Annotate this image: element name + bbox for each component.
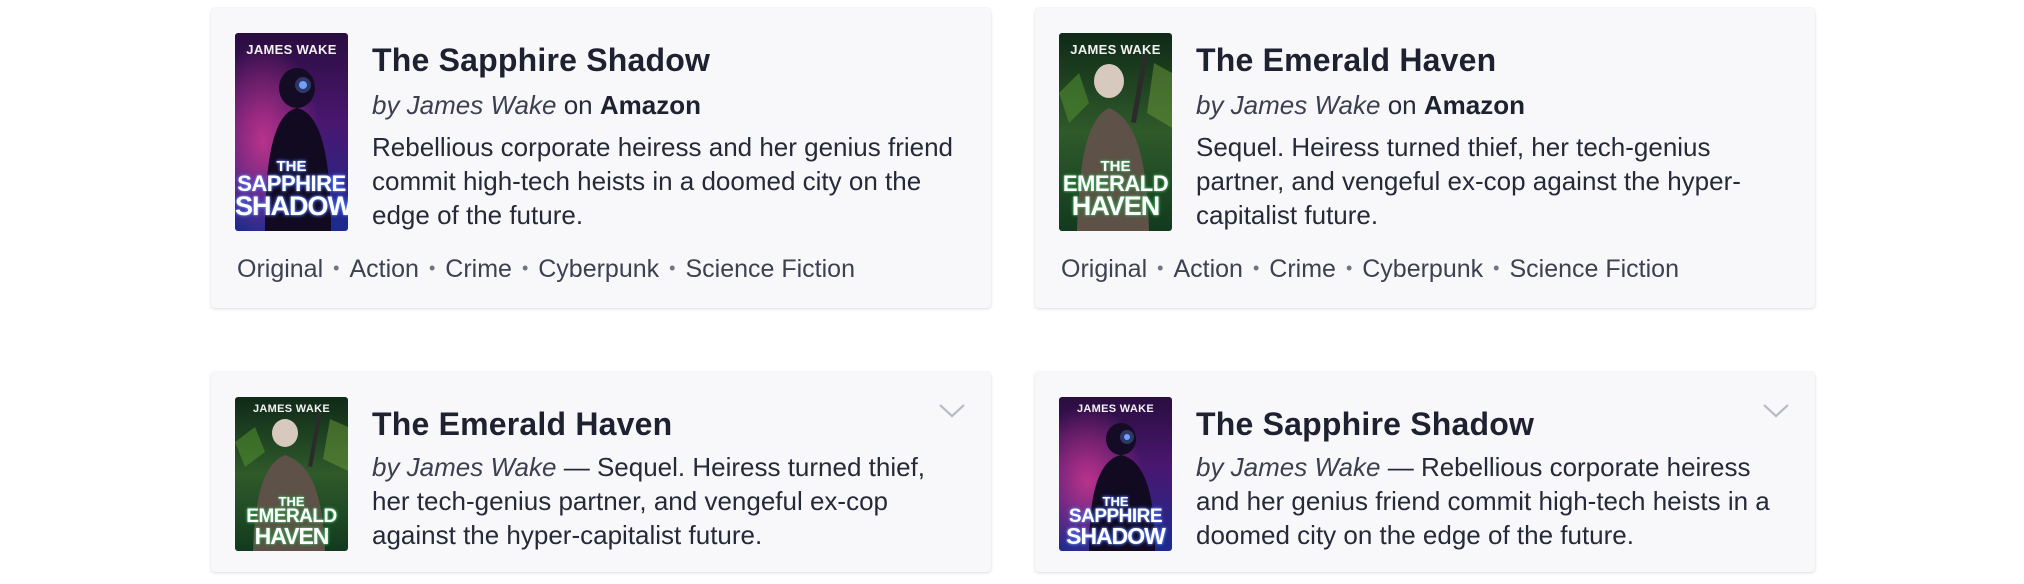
book-cover-image[interactable]: JAMES WAKE THE SAPPHIRE SHADOW [1059, 397, 1172, 551]
author-name[interactable]: by James Wake [1196, 452, 1380, 482]
tag-separator: • [1493, 258, 1500, 278]
store-link-amazon[interactable]: Amazon [1424, 90, 1525, 120]
byline-on: on [1387, 90, 1417, 120]
cover-author: JAMES WAKE [1070, 42, 1161, 57]
tag-separator: • [1252, 258, 1260, 278]
byline-separator: — [1380, 452, 1421, 482]
tag[interactable]: Science Fiction [685, 255, 855, 283]
book-summary: by James Wake — Sequel. Heiress turned t… [372, 450, 967, 552]
tag-separator: • [333, 258, 340, 278]
tag[interactable]: Cyberpunk [1362, 255, 1483, 283]
author-name[interactable]: by James Wake [372, 452, 556, 482]
book-card-sapphire-shadow-compact[interactable]: JAMES WAKE THE SAPPHIRE SHADOW The Sapph… [1035, 372, 1815, 572]
book-byline: by James Wake on Amazon [372, 86, 967, 124]
book-byline: by James Wake on Amazon [1196, 86, 1791, 124]
tag[interactable]: Science Fiction [1509, 255, 1679, 283]
chevron-down-icon[interactable] [937, 400, 967, 420]
cover-author: JAMES WAKE [1077, 403, 1154, 415]
tag[interactable]: Action [1173, 255, 1242, 283]
book-title[interactable]: The Sapphire Shadow [372, 38, 967, 82]
cover-author: JAMES WAKE [253, 403, 330, 415]
tag[interactable]: Crime [445, 255, 512, 283]
tag-separator: • [1157, 258, 1164, 278]
tag[interactable]: Crime [1269, 255, 1336, 283]
book-title[interactable]: The Emerald Haven [372, 402, 967, 446]
cover-title: THE SAPPHIRE SHADOW [235, 158, 348, 222]
cover-author: JAMES WAKE [246, 42, 337, 57]
tag-list: Original • Action • Crime • Cyberpunk • Science … [1061, 255, 1679, 284]
book-description: Sequel. Heiress turned thief, her tech-g… [1196, 132, 1741, 230]
tag-separator: • [1345, 258, 1353, 278]
chevron-down-icon[interactable] [1761, 400, 1791, 420]
book-card-sapphire-shadow[interactable]: JAMES WAKE THE SAPPHIRE SHADOW The Sapph… [211, 8, 991, 308]
tag[interactable]: Cyberpunk [538, 255, 659, 283]
tag-separator: • [521, 258, 529, 278]
cover-title: THE EMERALD HAVEN [1062, 158, 1169, 222]
author-name[interactable]: by James Wake [1196, 90, 1380, 120]
author-name[interactable]: by James Wake [372, 90, 556, 120]
tag[interactable]: Action [349, 255, 418, 283]
book-description: Rebellious corporate heiress and her gen… [372, 132, 954, 230]
byline-on: on [563, 90, 593, 120]
book-cover-image[interactable]: JAMES WAKE THE EMERALD HAVEN [1059, 33, 1172, 231]
tag-separator: • [428, 258, 436, 278]
tag[interactable]: Original [237, 255, 323, 283]
book-title[interactable]: The Sapphire Shadow [1196, 402, 1791, 446]
cover-title: THE SAPPHIRE SHADOW [1066, 494, 1166, 549]
book-cover-image[interactable]: JAMES WAKE THE EMERALD HAVEN [235, 397, 348, 551]
book-summary: by James Wake — Rebellious corporate hei… [1196, 450, 1791, 552]
book-card-emerald-haven[interactable]: JAMES WAKE THE EMERALD HAVEN The Emerald… [1035, 8, 1815, 308]
book-title[interactable]: The Emerald Haven [1196, 38, 1791, 82]
book-card-emerald-haven-compact[interactable]: JAMES WAKE THE EMERALD HAVEN The Emerald… [211, 372, 991, 572]
tag-separator: • [669, 258, 676, 278]
store-link-amazon[interactable]: Amazon [600, 90, 701, 120]
tag-list: Original • Action • Crime • Cyberpunk • Science … [237, 255, 855, 284]
byline-separator: — [556, 452, 597, 482]
cover-title: THE EMERALD HAVEN [246, 494, 337, 549]
book-cover-image[interactable]: JAMES WAKE THE SAPPHIRE SHADOW [235, 33, 348, 231]
tag[interactable]: Original [1061, 255, 1147, 283]
